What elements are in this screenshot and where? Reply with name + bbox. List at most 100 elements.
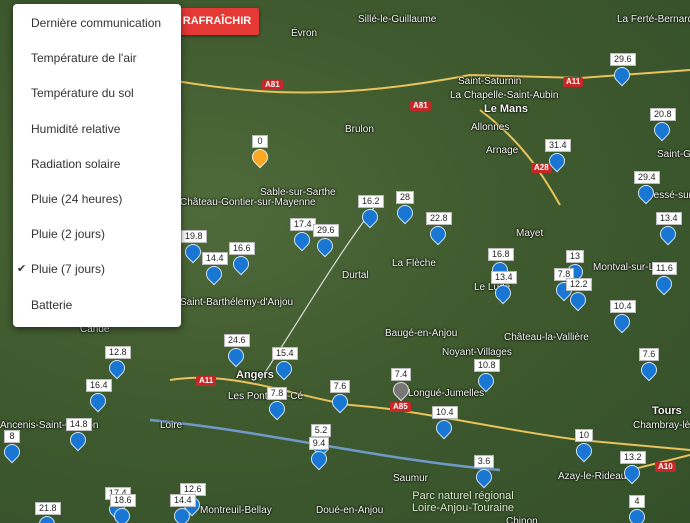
weather-station-marker[interactable]: 29.6 <box>313 224 339 258</box>
menu-item[interactable]: Humidité relative <box>13 112 181 147</box>
weather-station-marker[interactable]: 29.4 <box>634 171 660 205</box>
weather-station-marker[interactable]: 13.4 <box>491 271 517 305</box>
station-value-label: 10.4 <box>432 406 458 419</box>
station-value-label: 16.8 <box>488 248 514 261</box>
weather-station-marker[interactable]: 20.8 <box>650 108 676 142</box>
menu-item[interactable]: Dernière communication <box>13 6 181 41</box>
weather-station-marker[interactable]: 14.4 <box>202 252 228 286</box>
weather-station-marker[interactable]: 10.4 <box>610 300 636 334</box>
weather-station-marker[interactable]: 28 <box>393 191 417 225</box>
station-value-label: 16.4 <box>86 379 112 392</box>
place-label: Saint-Saturnin <box>458 76 522 87</box>
weather-station-marker[interactable]: 12.2 <box>566 278 592 312</box>
weather-station-marker[interactable]: 16.2 <box>358 195 384 229</box>
place-label: Montreuil-Bellay <box>200 505 272 516</box>
weather-station-marker[interactable]: 7.8 <box>265 387 289 421</box>
weather-station-marker[interactable]: 9.4 <box>307 437 331 471</box>
menu-item[interactable]: Pluie (2 jours) <box>13 217 181 252</box>
station-value-label: 29.6 <box>313 224 339 237</box>
weather-station-marker[interactable]: 4 <box>625 495 649 523</box>
menu-item-label: Pluie (24 heures) <box>31 192 123 206</box>
weather-station-marker[interactable]: 11.6 <box>652 262 677 296</box>
weather-station-marker[interactable]: 10.8 <box>474 359 500 393</box>
map-pin-icon <box>110 504 134 523</box>
weather-station-marker[interactable]: 22.8 <box>426 212 452 246</box>
weather-station-marker[interactable]: 16.6 <box>229 242 255 276</box>
map-pin-icon <box>545 149 569 173</box>
menu-item[interactable]: ✔ Pluie (7 jours) <box>13 252 181 287</box>
road-number-badge: A81 <box>262 80 283 90</box>
weather-station-marker[interactable]: 8 <box>0 430 24 464</box>
station-value-label: 13.4 <box>656 212 682 225</box>
menu-item-label: Radiation solaire <box>31 156 121 171</box>
station-value-label: 0 <box>252 135 268 148</box>
weather-station-marker[interactable]: 3.6 <box>472 455 496 489</box>
station-value-label: 7.8 <box>266 387 288 400</box>
station-value-label: 21.8 <box>35 502 61 515</box>
menu-item-label: Humidité relative <box>31 121 121 136</box>
map-pin-icon <box>66 428 90 452</box>
weather-station-marker[interactable]: 15.4 <box>272 347 298 381</box>
place-label: Doué-en-Anjou <box>316 505 384 516</box>
weather-station-marker[interactable]: 31.4 <box>545 139 571 173</box>
menu-item[interactable]: Radiation solaire <box>13 147 181 182</box>
refresh-button[interactable]: RAFRAÎCHIR <box>175 8 259 35</box>
road-number-badge: A11 <box>563 77 584 87</box>
map-pin-icon <box>634 181 658 205</box>
station-value-label: 31.4 <box>545 139 571 152</box>
menu-item-label: Pluie (7 jours) <box>31 262 106 277</box>
menu-item-label: Température de l'air <box>31 51 137 66</box>
station-value-label: 10 <box>574 429 593 442</box>
weather-station-marker[interactable]: 12.8 <box>105 346 131 380</box>
map-pin-icon <box>224 344 248 368</box>
station-value-label: 13.2 <box>620 451 646 464</box>
weather-station-marker[interactable]: 13.2 <box>620 451 646 485</box>
weather-station-marker[interactable]: 29.6 <box>610 53 636 87</box>
menu-item-label: Température du sol <box>31 86 134 101</box>
weather-station-marker[interactable]: 21.8 <box>35 502 61 523</box>
station-value-label: 5.2 <box>310 424 332 437</box>
menu-item[interactable]: Batterie <box>13 288 181 323</box>
map-pin-icon <box>265 397 289 421</box>
map-pin-icon <box>393 201 417 225</box>
weather-station-marker[interactable]: 10.4 <box>432 406 458 440</box>
road-number-badge: A85 <box>390 402 411 412</box>
weather-station-marker[interactable]: 7.6 <box>328 380 352 414</box>
place-label: Chinon <box>506 516 538 523</box>
weather-station-marker[interactable]: 18.6 <box>110 494 136 523</box>
station-value-label: 10.4 <box>610 300 636 313</box>
weather-station-marker[interactable]: 24.6 <box>224 334 250 368</box>
menu-item-label: Pluie (2 jours) <box>31 227 106 242</box>
station-value-label: 20.8 <box>650 108 676 121</box>
place-label: Château-la-Vallière <box>504 332 589 343</box>
menu-item[interactable]: Température du sol <box>13 76 181 111</box>
station-value-label: 12.2 <box>566 278 592 291</box>
menu-item[interactable]: Pluie (24 heures) <box>13 182 181 217</box>
place-label: Mayet <box>516 228 544 239</box>
map-pin-icon <box>389 378 413 402</box>
place-label: Longué-Jumelles <box>408 388 485 399</box>
weather-station-marker[interactable]: 17.4 <box>290 218 316 252</box>
place-label: Saint-Gervais <box>657 149 690 160</box>
weather-station-marker[interactable]: 10 <box>572 429 596 463</box>
place-label: Château-Gontier-sur-Mayenne <box>180 197 316 208</box>
weather-station-marker[interactable]: 0 <box>248 135 272 169</box>
station-value-label: 14.8 <box>66 418 92 431</box>
map-pin-icon <box>202 262 226 286</box>
weather-station-marker[interactable]: 13.4 <box>656 212 682 246</box>
map-pin-icon <box>229 252 253 276</box>
weather-station-marker[interactable]: 14.8 <box>66 418 92 452</box>
map-pin-icon <box>432 416 456 440</box>
weather-station-marker[interactable]: 7.4 <box>389 368 413 402</box>
menu-item[interactable]: Température de l'air <box>13 41 181 76</box>
station-value-label: 15.4 <box>272 347 298 360</box>
map-pin-icon <box>650 118 674 142</box>
weather-station-marker[interactable]: 14.4 <box>170 494 196 523</box>
station-value-label: 13 <box>565 250 584 263</box>
map-pin-icon <box>610 63 634 87</box>
station-value-label: 14.4 <box>202 252 228 265</box>
weather-station-marker[interactable]: 16.4 <box>86 379 112 413</box>
place-label: Brulon <box>345 124 374 135</box>
weather-station-marker[interactable]: 7.6 <box>637 348 661 382</box>
place-label: Arnage <box>486 145 519 156</box>
